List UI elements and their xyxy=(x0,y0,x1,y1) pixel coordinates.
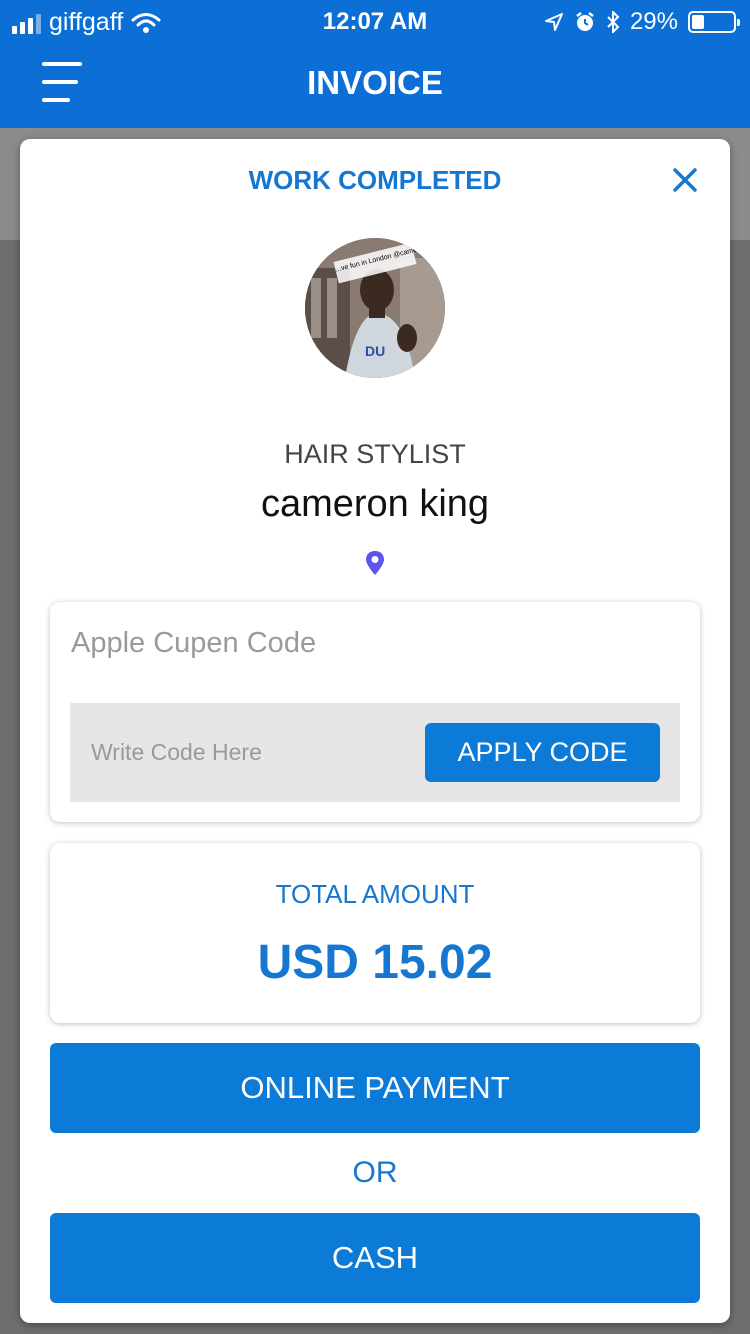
app-header: giffgaff 12:07 AM 29% INVOICE xyxy=(0,0,750,128)
battery-percent: 29% xyxy=(629,8,678,35)
battery-icon xyxy=(688,11,740,33)
svg-text:DU: DU xyxy=(365,343,385,359)
map-pin-icon[interactable] xyxy=(364,550,386,576)
bluetooth-icon xyxy=(607,11,620,33)
coupon-title: Apple Cupen Code xyxy=(71,627,317,659)
online-payment-button[interactable]: ONLINE PAYMENT xyxy=(50,1043,700,1133)
cash-button[interactable]: CASH xyxy=(50,1213,700,1303)
stylist-role: HAIR STYLIST xyxy=(284,439,466,469)
coupon-card: Apple Cupen Code APPLY CODE xyxy=(50,602,700,822)
or-divider-text: OR xyxy=(352,1156,398,1189)
avatar: DU ...ve fun in London @cameronyking xyxy=(305,238,445,378)
apply-code-button[interactable]: APPLY CODE xyxy=(425,723,660,782)
invoice-modal: WORK COMPLETED DU ...ve fun in London @c… xyxy=(20,139,730,1323)
close-icon[interactable] xyxy=(670,165,700,195)
nav-bar: INVOICE xyxy=(0,42,750,128)
total-amount-label: TOTAL AMOUNT xyxy=(275,879,475,909)
coupon-entry-bar: APPLY CODE xyxy=(70,703,680,802)
stylist-name: cameron king xyxy=(260,483,490,525)
total-card: TOTAL AMOUNT USD 15.02 xyxy=(50,843,700,1023)
status-bar: giffgaff 12:07 AM 29% xyxy=(0,0,750,42)
modal-title: WORK COMPLETED xyxy=(248,165,502,195)
total-amount-value: USD 15.02 xyxy=(257,936,493,989)
page-title: INVOICE xyxy=(307,64,443,101)
coupon-code-input[interactable] xyxy=(70,703,415,802)
alarm-icon xyxy=(576,12,594,31)
location-arrow-icon xyxy=(544,13,563,31)
status-right: 29% xyxy=(544,8,740,36)
